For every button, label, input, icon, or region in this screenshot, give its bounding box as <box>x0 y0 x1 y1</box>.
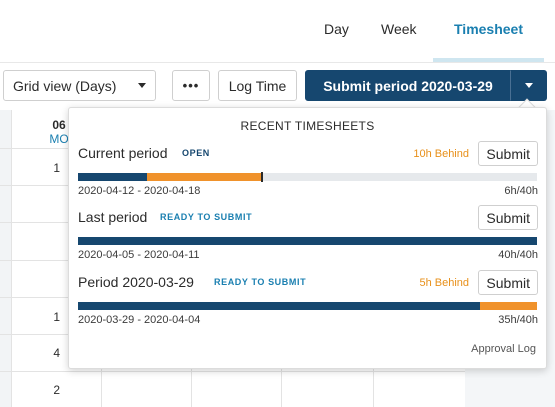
grid-view-select[interactable]: Grid view (Days) <box>3 70 156 101</box>
period-hours: 6h/40h <box>504 185 538 197</box>
behind-indicator: 10h Behind <box>413 148 469 160</box>
behind-indicator: 5h Behind <box>419 277 469 289</box>
recent-timesheets-dropdown: RECENT TIMESHEETS Current period OPEN 10… <box>68 107 547 369</box>
today-marker <box>261 172 263 182</box>
top-nav: Day Week Timesheet <box>0 0 555 62</box>
status-badge: OPEN <box>182 148 210 158</box>
period-hours: 35h/40h <box>498 314 538 326</box>
nav-divider <box>0 62 555 63</box>
submit-button[interactable]: Submit <box>478 270 538 295</box>
tab-week[interactable]: Week <box>381 21 417 37</box>
status-badge: READY TO SUBMIT <box>160 212 253 222</box>
period-range: 2020-03-29 - 2020-04-04 <box>78 314 201 326</box>
period-row: Last period READY TO SUBMIT Submit 2020-… <box>78 205 538 269</box>
period-range: 2020-04-12 - 2020-04-18 <box>78 185 201 197</box>
grid-cell[interactable]: 2 <box>44 383 60 397</box>
progress-behind <box>147 173 262 181</box>
period-row: Current period OPEN 10h Behind Submit 20… <box>78 141 538 205</box>
progress-bar <box>78 302 537 310</box>
chevron-down-icon <box>524 83 533 88</box>
grid-cell[interactable]: 1 <box>44 310 60 324</box>
grid-gutter <box>0 110 11 407</box>
period-name[interactable]: Last period <box>78 209 147 225</box>
chevron-down-icon <box>138 83 146 88</box>
submit-period-button[interactable]: Submit period 2020-03-29 <box>305 70 511 101</box>
submit-button[interactable]: Submit <box>478 205 538 230</box>
progress-behind <box>480 302 537 310</box>
period-range: 2020-04-05 - 2020-04-11 <box>78 249 200 261</box>
progress-bar <box>78 237 537 245</box>
tab-day[interactable]: Day <box>324 21 349 37</box>
period-name[interactable]: Period 2020-03-29 <box>78 274 194 290</box>
approval-log-link[interactable]: Approval Log <box>471 343 536 355</box>
submit-button[interactable]: Submit <box>478 141 538 166</box>
grid-cell[interactable]: 1 <box>44 161 60 175</box>
progress-logged <box>78 302 480 310</box>
progress-logged <box>78 173 147 181</box>
status-badge: READY TO SUBMIT <box>214 277 307 287</box>
progress-bar <box>78 173 537 181</box>
tab-timesheet[interactable]: Timesheet <box>433 21 544 37</box>
dropdown-title: RECENT TIMESHEETS <box>240 119 375 133</box>
period-row: Period 2020-03-29 READY TO SUBMIT 5h Beh… <box>78 270 538 334</box>
grid-view-label: Grid view (Days) <box>13 77 117 94</box>
grid-cell[interactable]: 4 <box>44 346 60 360</box>
period-hours: 40h/40h <box>498 249 538 261</box>
progress-logged <box>78 237 537 245</box>
submit-options-toggle[interactable] <box>510 70 547 101</box>
more-options-button[interactable]: ••• <box>172 70 210 101</box>
period-name[interactable]: Current period <box>78 145 168 161</box>
log-time-button[interactable]: Log Time <box>218 70 297 101</box>
